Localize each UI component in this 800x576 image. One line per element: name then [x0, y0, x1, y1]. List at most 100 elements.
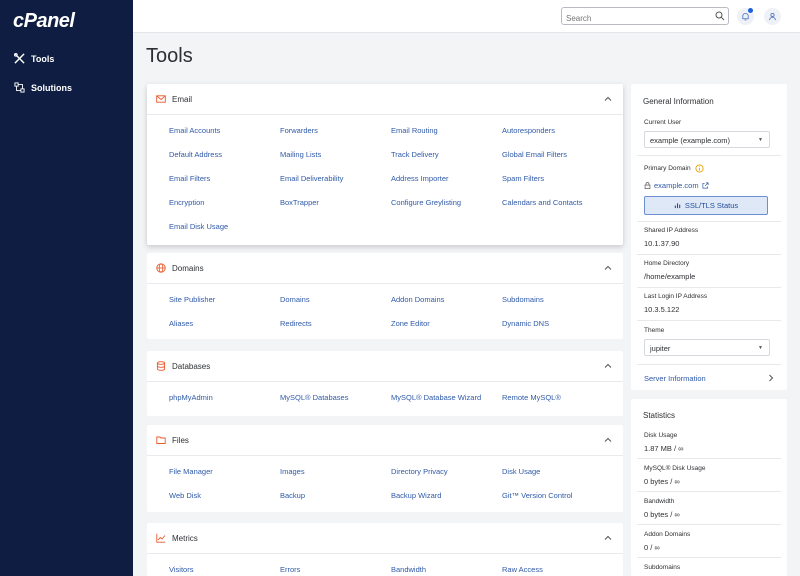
last-login-ip-value: 10.3.5.122 [644, 305, 680, 314]
user-menu-button[interactable] [764, 8, 781, 25]
email-section-header[interactable]: Email [147, 84, 623, 115]
link-calendars-contacts[interactable]: Calendars and Contacts [502, 198, 582, 207]
sidebar-item-solutions[interactable]: Solutions [14, 82, 72, 93]
link-configure-greylisting[interactable]: Configure Greylisting [391, 198, 461, 207]
sidebar: cPanel Tools Solutions [0, 0, 133, 576]
section-title: Domains [172, 263, 204, 273]
link-boxtrapper[interactable]: BoxTrapper [280, 198, 319, 207]
link-email-filters[interactable]: Email Filters [169, 174, 210, 183]
link-remote-mysql[interactable]: Remote MySQL® [502, 393, 561, 402]
ssl-tls-status-button[interactable]: SSL/TLS Status [644, 196, 768, 215]
link-track-delivery[interactable]: Track Delivery [391, 150, 439, 159]
current-user-label: Current User [644, 119, 682, 126]
link-disk-usage[interactable]: Disk Usage [502, 467, 540, 476]
primary-domain-link[interactable]: example.com [644, 181, 709, 190]
link-subdomains[interactable]: Subdomains [502, 295, 544, 304]
current-user-select[interactable]: example (example.com) ▼ [644, 131, 770, 148]
search-box[interactable] [561, 7, 729, 27]
divider [637, 524, 781, 525]
link-zone-editor[interactable]: Zone Editor [391, 319, 430, 328]
bar-chart-icon [674, 203, 681, 209]
databases-section-header[interactable]: Databases [147, 351, 623, 382]
statistics-panel: Statistics Disk Usage 1.87 MB / ∞ MySQL®… [631, 399, 787, 576]
home-directory-value: /home/example [644, 272, 696, 281]
link-forwarders[interactable]: Forwarders [280, 126, 318, 135]
search-input[interactable] [562, 10, 707, 27]
panel-title: General Information [643, 97, 714, 106]
lock-icon [644, 182, 651, 189]
section-title: Databases [172, 361, 211, 371]
link-email-routing[interactable]: Email Routing [391, 126, 438, 135]
link-address-importer[interactable]: Address Importer [391, 174, 449, 183]
solutions-icon [14, 82, 25, 93]
link-backup[interactable]: Backup [280, 491, 305, 500]
cpanel-logo[interactable]: cPanel [13, 10, 75, 33]
link-phpmyadmin[interactable]: phpMyAdmin [169, 393, 213, 402]
sidebar-item-tools[interactable]: Tools [14, 53, 54, 64]
chevron-up-icon[interactable] [604, 362, 612, 370]
stat-label: Disk Usage [644, 432, 678, 439]
chevron-up-icon[interactable] [604, 264, 612, 272]
globe-icon [156, 263, 166, 273]
link-email-accounts[interactable]: Email Accounts [169, 126, 220, 135]
server-information-link[interactable]: Server Information [644, 374, 706, 383]
stat-label: Subdomains [644, 564, 681, 571]
link-global-email-filters[interactable]: Global Email Filters [502, 150, 567, 159]
link-dynamic-dns[interactable]: Dynamic DNS [502, 319, 549, 328]
link-redirects[interactable]: Redirects [280, 319, 312, 328]
panel-title: Statistics [643, 411, 676, 420]
info-icon[interactable] [695, 164, 704, 173]
files-section-header[interactable]: Files [147, 425, 623, 456]
link-file-manager[interactable]: File Manager [169, 467, 213, 476]
sidebar-item-label: Solutions [31, 82, 72, 93]
link-encryption[interactable]: Encryption [169, 198, 204, 207]
domains-section-header[interactable]: Domains [147, 253, 623, 284]
chevron-up-icon[interactable] [604, 534, 612, 542]
top-bar [133, 0, 800, 33]
caret-down-icon: ▼ [758, 137, 763, 143]
chart-line-icon [156, 533, 166, 543]
stat-label: Bandwidth [644, 498, 675, 505]
link-errors[interactable]: Errors [280, 565, 300, 574]
user-icon [769, 12, 776, 21]
link-web-disk[interactable]: Web Disk [169, 491, 201, 500]
link-raw-access[interactable]: Raw Access [502, 565, 543, 574]
divider [637, 155, 781, 156]
link-images[interactable]: Images [280, 467, 305, 476]
bell-icon [742, 13, 749, 21]
metrics-section: Metrics Visitors Errors Bandwidth Raw Ac… [147, 523, 623, 576]
files-section: Files File Manager Images Directory Priv… [147, 425, 623, 512]
link-mailing-lists[interactable]: Mailing Lists [280, 150, 321, 159]
chevron-up-icon[interactable] [604, 436, 612, 444]
link-mysql-databases[interactable]: MySQL® Databases [280, 393, 348, 402]
link-addon-domains[interactable]: Addon Domains [391, 295, 444, 304]
link-visitors[interactable]: Visitors [169, 565, 193, 574]
search-icon[interactable] [715, 11, 725, 21]
link-email-deliverability[interactable]: Email Deliverability [280, 174, 343, 183]
primary-domain-row: Primary Domain [644, 164, 704, 173]
link-mysql-database-wizard[interactable]: MySQL® Database Wizard [391, 393, 481, 402]
chevron-right-icon[interactable] [767, 374, 775, 382]
theme-select[interactable]: jupiter ▼ [644, 339, 770, 356]
notifications-button[interactable] [737, 8, 754, 25]
link-git-version-control[interactable]: Git™ Version Control [502, 491, 572, 500]
link-site-publisher[interactable]: Site Publisher [169, 295, 215, 304]
link-bandwidth[interactable]: Bandwidth [391, 565, 426, 574]
chevron-up-icon[interactable] [604, 95, 612, 103]
link-domains[interactable]: Domains [280, 295, 310, 304]
divider [637, 221, 781, 222]
metrics-section-header[interactable]: Metrics [147, 523, 623, 554]
divider [637, 458, 781, 459]
link-backup-wizard[interactable]: Backup Wizard [391, 491, 441, 500]
shared-ip-value: 10.1.37.90 [644, 239, 680, 248]
link-directory-privacy[interactable]: Directory Privacy [391, 467, 448, 476]
current-user-value: example (example.com) [650, 136, 731, 145]
link-aliases[interactable]: Aliases [169, 319, 193, 328]
link-autoresponders[interactable]: Autoresponders [502, 126, 555, 135]
link-email-disk-usage[interactable]: Email Disk Usage [169, 222, 228, 231]
link-spam-filters[interactable]: Spam Filters [502, 174, 544, 183]
section-title: Metrics [172, 533, 198, 543]
link-default-address[interactable]: Default Address [169, 150, 222, 159]
divider [637, 287, 781, 288]
stat-label: MySQL® Disk Usage [644, 465, 706, 472]
